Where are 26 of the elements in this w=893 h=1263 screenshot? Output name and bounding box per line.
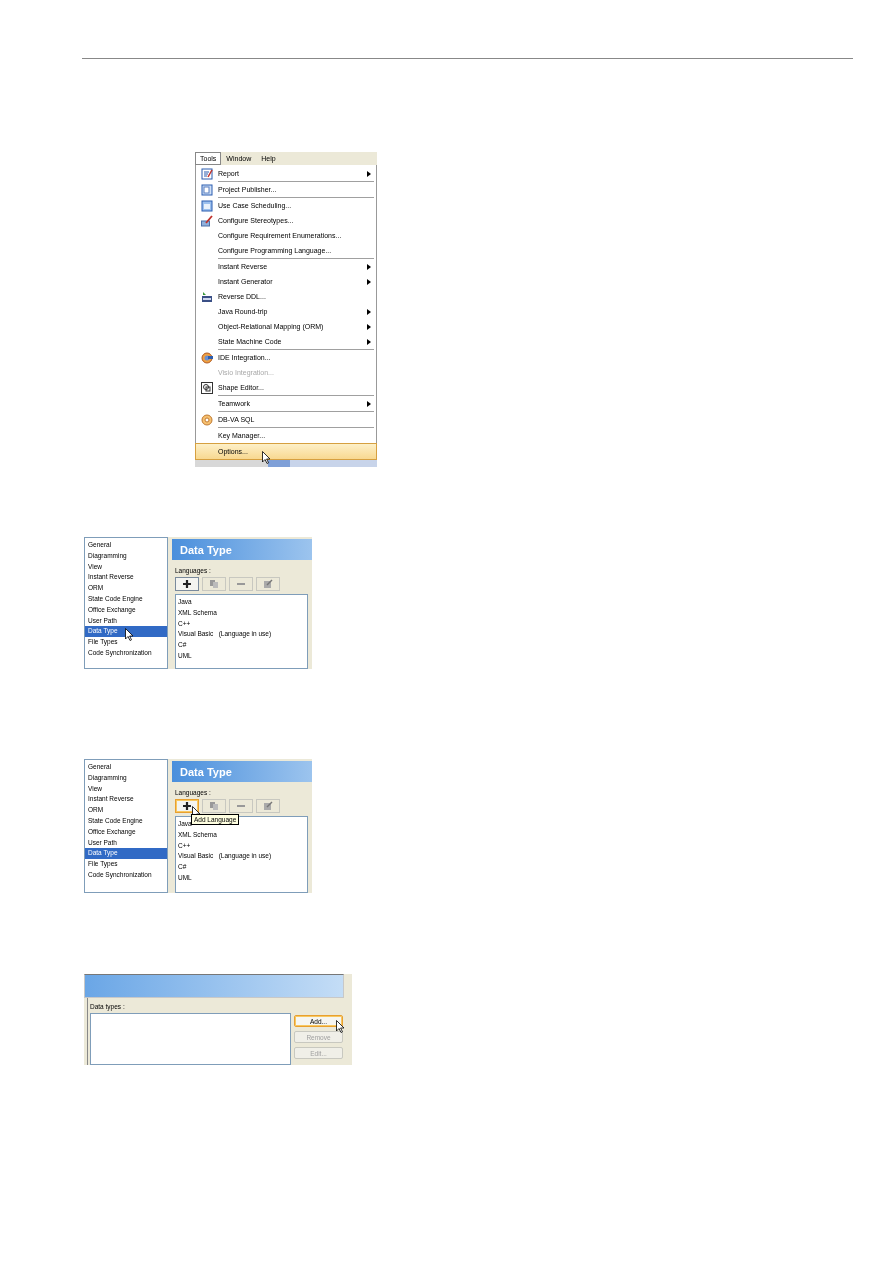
add-button[interactable] — [175, 799, 199, 813]
panel-title: Data Type — [180, 765, 232, 778]
gear-icon — [201, 413, 213, 426]
pointer-icon — [336, 1020, 345, 1033]
submenu-arrow-icon — [367, 278, 371, 285]
edit-icon — [263, 579, 273, 589]
pointer-icon — [262, 451, 271, 464]
pointer-icon — [125, 628, 134, 642]
globe-icon — [201, 351, 213, 364]
plus-icon — [182, 579, 192, 589]
document-icon — [201, 183, 213, 196]
submenu-arrow-icon — [367, 338, 371, 345]
shape-icon — [201, 381, 213, 394]
copy-icon — [209, 579, 219, 589]
panel-title: Data Type — [180, 543, 232, 556]
submenu-arrow-icon — [367, 170, 371, 177]
add-button[interactable] — [175, 577, 199, 591]
calendar-icon — [201, 199, 213, 212]
submenu-arrow-icon — [367, 400, 371, 407]
submenu-arrow-icon — [367, 263, 371, 270]
copy-icon — [209, 801, 219, 811]
submenu-arrow-icon — [367, 308, 371, 315]
submenu-arrow-icon — [367, 323, 371, 330]
database-icon — [201, 290, 213, 303]
pencil-icon — [201, 214, 213, 227]
edit-icon — [263, 801, 273, 811]
